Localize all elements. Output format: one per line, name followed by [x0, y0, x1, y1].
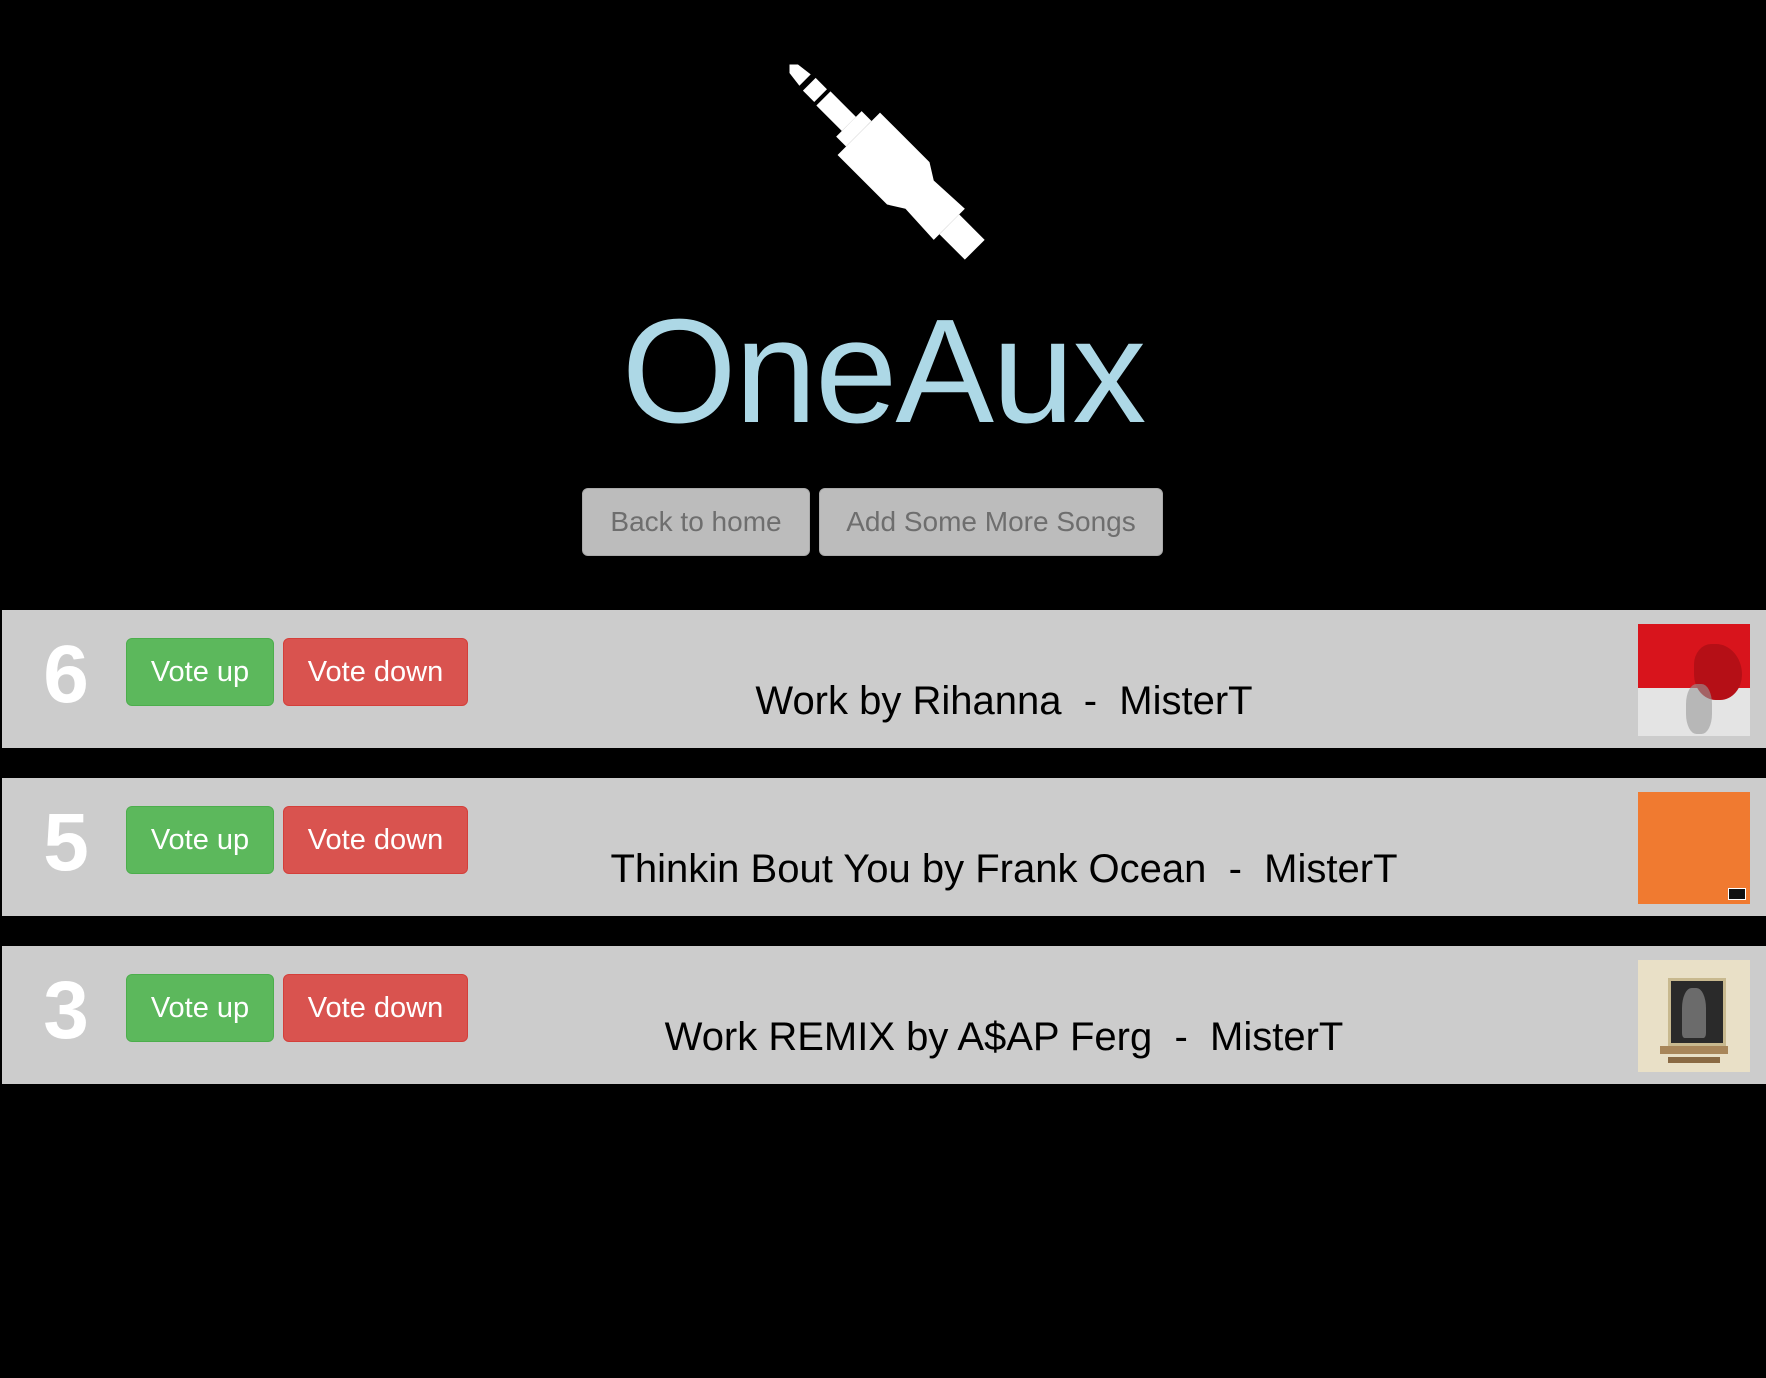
page: OneAux Back to home Add Some More Songs …: [0, 0, 1766, 1378]
vote-down-button[interactable]: Vote down: [283, 806, 468, 874]
song-title: Thinkin Bout You by Frank Ocean - Mister…: [610, 847, 1398, 891]
audio-jack-icon: [770, 50, 990, 260]
song-title: Work by Rihanna - MisterT: [755, 679, 1253, 723]
vote-down-button[interactable]: Vote down: [283, 974, 468, 1042]
vote-count: 3: [43, 965, 89, 1056]
song-row: 6 Vote up Vote down Work by Rihanna - Mi…: [2, 610, 1766, 748]
album-art: [1638, 624, 1750, 736]
vote-up-button[interactable]: Vote up: [126, 974, 274, 1042]
album-art: [1638, 960, 1750, 1072]
back-to-home-button[interactable]: Back to home: [582, 488, 810, 556]
vote-up-button[interactable]: Vote up: [126, 638, 274, 706]
song-title: Work REMIX by A$AP Ferg - MisterT: [664, 1015, 1344, 1059]
nav-buttons: Back to home Add Some More Songs: [582, 488, 1163, 556]
album-art: [1638, 792, 1750, 904]
add-songs-button[interactable]: Add Some More Songs: [819, 488, 1163, 556]
vote-count: 6: [43, 629, 89, 720]
app-title: OneAux: [621, 289, 1147, 454]
song-row: 5 Vote up Vote down Thinkin Bout You by …: [2, 778, 1766, 916]
vote-count: 5: [43, 797, 89, 888]
song-row: 3 Vote up Vote down Work REMIX by A$AP F…: [2, 946, 1766, 1084]
vote-up-button[interactable]: Vote up: [126, 806, 274, 874]
song-queue: 6 Vote up Vote down Work by Rihanna - Mi…: [0, 610, 1766, 1114]
vote-down-button[interactable]: Vote down: [283, 638, 468, 706]
